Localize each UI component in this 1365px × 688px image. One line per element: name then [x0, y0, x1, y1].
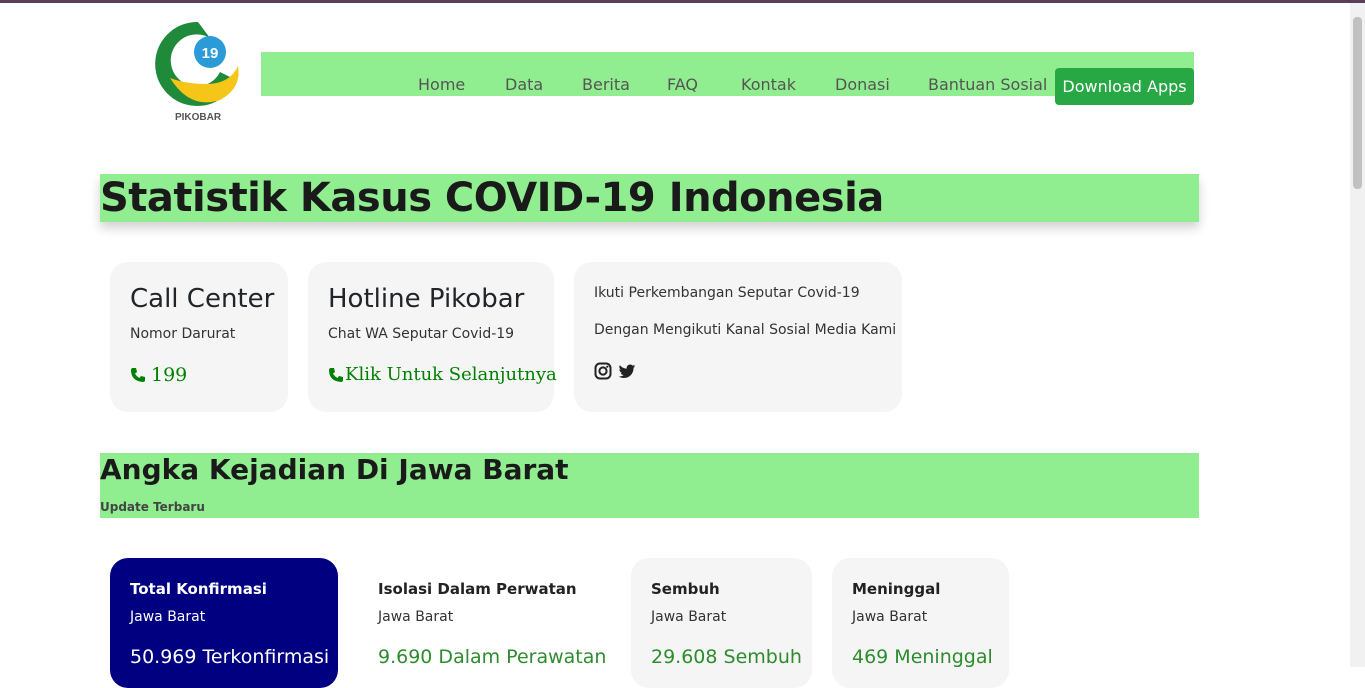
stat-card-isolasi: Isolasi Dalam Perwatan Jawa Barat 9.690 … [358, 558, 611, 688]
logo-badge: 19 [202, 45, 219, 62]
phone-icon [131, 368, 145, 382]
social-card: Ikuti Perkembangan Seputar Covid-19 Deng… [574, 262, 902, 412]
social-icons [594, 362, 636, 380]
stat-card-total-konfirmasi: Total Konfirmasi Jawa Barat 50.969 Terko… [110, 558, 338, 688]
nav-kontak[interactable]: Kontak [741, 75, 796, 94]
hotline-subtitle: Chat WA Seputar Covid-19 [328, 326, 515, 342]
stat-value: 29.608 Sembuh [651, 646, 802, 668]
page-scrollbar[interactable] [1350, 3, 1365, 667]
social-line-2: Dengan Mengikuti Kanal Sosial Media Kami [594, 322, 897, 338]
twitter-icon[interactable] [618, 362, 636, 380]
nav-home[interactable]: Home [418, 75, 465, 94]
hero-banner: Statistik Kasus COVID-19 Indonesia [100, 174, 1199, 222]
social-line-1: Ikuti Perkembangan Seputar Covid-19 [594, 285, 860, 301]
stat-region: Jawa Barat [130, 609, 206, 625]
nav-data[interactable]: Data [505, 75, 543, 94]
logo-graphic: 19 [155, 21, 239, 106]
phone-icon [329, 367, 343, 382]
download-apps-button[interactable]: Download Apps [1055, 68, 1194, 105]
stat-value: 50.969 Terkonfirmasi [130, 646, 330, 668]
call-center-title: Call Center [130, 284, 275, 314]
call-center-card: Call Center Nomor Darurat 199 [110, 262, 288, 412]
stat-label: Total Konfirmasi [130, 580, 267, 598]
hotline-title: Hotline Pikobar [328, 284, 525, 314]
section-subtitle: Update Terbaru [100, 500, 205, 514]
stat-region: Jawa Barat [852, 609, 928, 625]
nav-bantuan-sosial[interactable]: Bantuan Sosial [928, 75, 1047, 94]
stat-card-sembuh: Sembuh Jawa Barat 29.608 Sembuh [631, 558, 812, 688]
hotline-card: Hotline Pikobar Chat WA Seputar Covid-19… [308, 262, 557, 412]
call-center-link[interactable]: 199 [130, 364, 187, 386]
logo-text: PIKOBAR [174, 112, 222, 123]
hotline-link-text: Klik Untuk Selanjutnya [345, 364, 557, 385]
scrollbar-thumb[interactable] [1353, 17, 1362, 189]
instagram-icon[interactable] [594, 362, 612, 380]
nav-donasi[interactable]: Donasi [835, 75, 890, 94]
stat-value: 9.690 Dalam Perawatan [378, 646, 607, 668]
pikobar-logo[interactable]: 19 PIKOBAR [150, 18, 246, 130]
stat-label: Meninggal [852, 580, 941, 598]
stat-card-meninggal: Meninggal Jawa Barat 469 Meninggal [832, 558, 1009, 688]
nav-berita[interactable]: Berita [582, 75, 630, 94]
nav-faq[interactable]: FAQ [667, 75, 698, 94]
call-center-subtitle: Nomor Darurat [130, 326, 236, 342]
stat-region: Jawa Barat [651, 609, 727, 625]
section-title: Angka Kejadian Di Jawa Barat [100, 453, 569, 486]
stat-value: 469 Meninggal [852, 646, 993, 668]
window-top-border [0, 0, 1365, 3]
stat-region: Jawa Barat [378, 609, 454, 625]
jabar-section-header: Angka Kejadian Di Jawa Barat Update Terb… [100, 453, 1199, 518]
stat-label: Isolasi Dalam Perwatan [378, 580, 577, 598]
call-center-number: 199 [151, 364, 188, 386]
hotline-link[interactable]: Klik Untuk Selanjutnya [328, 364, 557, 385]
page-title: Statistik Kasus COVID-19 Indonesia [100, 175, 884, 221]
stat-label: Sembuh [651, 580, 720, 598]
